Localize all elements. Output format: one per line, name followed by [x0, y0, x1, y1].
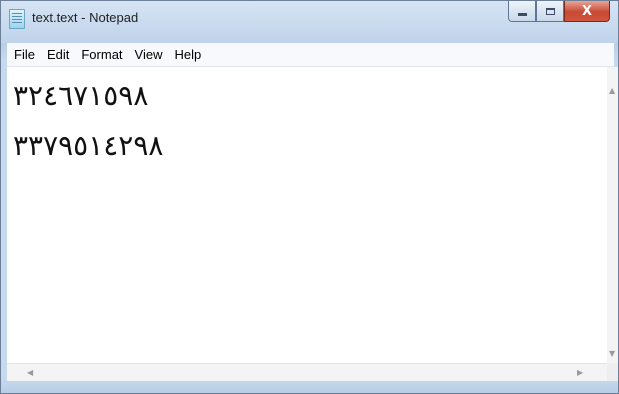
menu-format[interactable]: Format: [76, 43, 127, 66]
editor-line-1: ٣٢٤٦٧١٥٩٨: [13, 79, 149, 112]
menu-help[interactable]: Help: [169, 43, 206, 66]
minimize-icon: [517, 13, 527, 16]
scroll-down-icon[interactable]: ▼: [609, 350, 615, 358]
horizontal-scrollbar[interactable]: ◀ ▶: [7, 363, 607, 382]
menu-edit[interactable]: Edit: [42, 43, 74, 66]
close-button[interactable]: X: [564, 1, 610, 22]
scroll-left-icon[interactable]: ◀: [27, 369, 33, 377]
minimize-button[interactable]: [508, 1, 536, 22]
scroll-up-icon[interactable]: ▲: [609, 87, 615, 95]
resize-grip[interactable]: [607, 363, 618, 381]
text-editor[interactable]: ٣٢٤٦٧١٥٩٨ ٣٣٧٩٥١٤٢٩٨: [7, 67, 607, 363]
maximize-icon: [545, 7, 555, 15]
notepad-icon[interactable]: [9, 9, 25, 29]
menu-bar: File Edit Format View Help: [7, 43, 614, 67]
menu-view[interactable]: View: [130, 43, 168, 66]
window-title: text.text - Notepad: [32, 10, 139, 25]
caption-buttons: X: [508, 1, 610, 23]
notepad-window: text.text - Notepad X File Edit Format V…: [0, 0, 619, 394]
maximize-button[interactable]: [536, 1, 564, 22]
title-bar[interactable]: text.text - Notepad X: [1, 1, 618, 43]
menu-file[interactable]: File: [9, 43, 40, 66]
close-icon: X: [581, 3, 593, 19]
scroll-right-icon[interactable]: ▶: [577, 369, 583, 377]
window-bottom-border: [1, 381, 618, 393]
vertical-scrollbar[interactable]: ▲ ▼: [607, 67, 618, 363]
editor-line-2: ٣٣٧٩٥١٤٢٩٨: [13, 129, 164, 162]
